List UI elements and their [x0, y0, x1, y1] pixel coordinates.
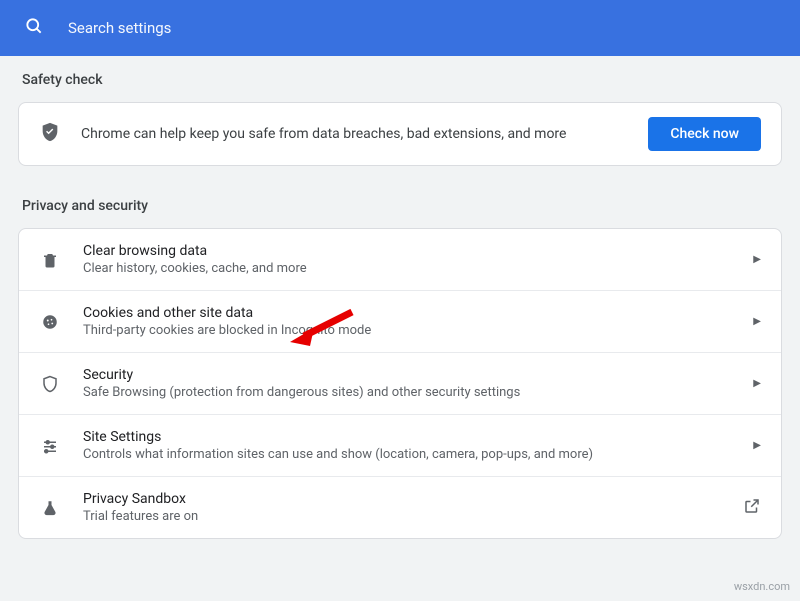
chevron-right-icon: ▶	[753, 254, 761, 265]
item-title: Site Settings	[83, 429, 731, 445]
trash-icon	[39, 251, 61, 269]
clear-browsing-data-item[interactable]: Clear browsing data Clear history, cooki…	[19, 229, 781, 291]
cookie-icon	[39, 313, 61, 331]
search-input[interactable]	[68, 19, 776, 37]
site-settings-item[interactable]: Site Settings Controls what information …	[19, 415, 781, 477]
safety-check-card: Chrome can help keep you safe from data …	[18, 102, 782, 166]
chevron-right-icon: ▶	[753, 378, 761, 389]
shield-check-icon	[39, 121, 61, 147]
flask-icon	[39, 499, 61, 517]
search-icon	[24, 16, 44, 40]
chevron-right-icon: ▶	[753, 440, 761, 451]
item-title: Privacy Sandbox	[83, 491, 721, 507]
security-item[interactable]: Security Safe Browsing (protection from …	[19, 353, 781, 415]
privacy-security-label: Privacy and security	[22, 198, 782, 214]
search-bar	[0, 0, 800, 56]
safety-check-label: Safety check	[22, 72, 782, 88]
item-sub: Clear history, cookies, cache, and more	[83, 261, 731, 276]
watermark: wsxdn.com	[734, 580, 790, 593]
sliders-icon	[39, 437, 61, 455]
open-in-new-icon	[743, 497, 761, 519]
item-title: Clear browsing data	[83, 243, 731, 259]
safety-check-text: Chrome can help keep you safe from data …	[81, 126, 628, 142]
check-now-button[interactable]: Check now	[648, 117, 761, 151]
item-title: Cookies and other site data	[83, 305, 731, 321]
shield-icon	[39, 375, 61, 393]
item-title: Security	[83, 367, 731, 383]
privacy-sandbox-item[interactable]: Privacy Sandbox Trial features are on	[19, 477, 781, 538]
item-sub: Controls what information sites can use …	[83, 447, 731, 462]
item-sub: Safe Browsing (protection from dangerous…	[83, 385, 731, 400]
cookies-item[interactable]: Cookies and other site data Third-party …	[19, 291, 781, 353]
chevron-right-icon: ▶	[753, 316, 761, 327]
item-sub: Trial features are on	[83, 509, 721, 524]
item-sub: Third-party cookies are blocked in Incog…	[83, 323, 731, 338]
privacy-security-card: Clear browsing data Clear history, cooki…	[18, 228, 782, 539]
